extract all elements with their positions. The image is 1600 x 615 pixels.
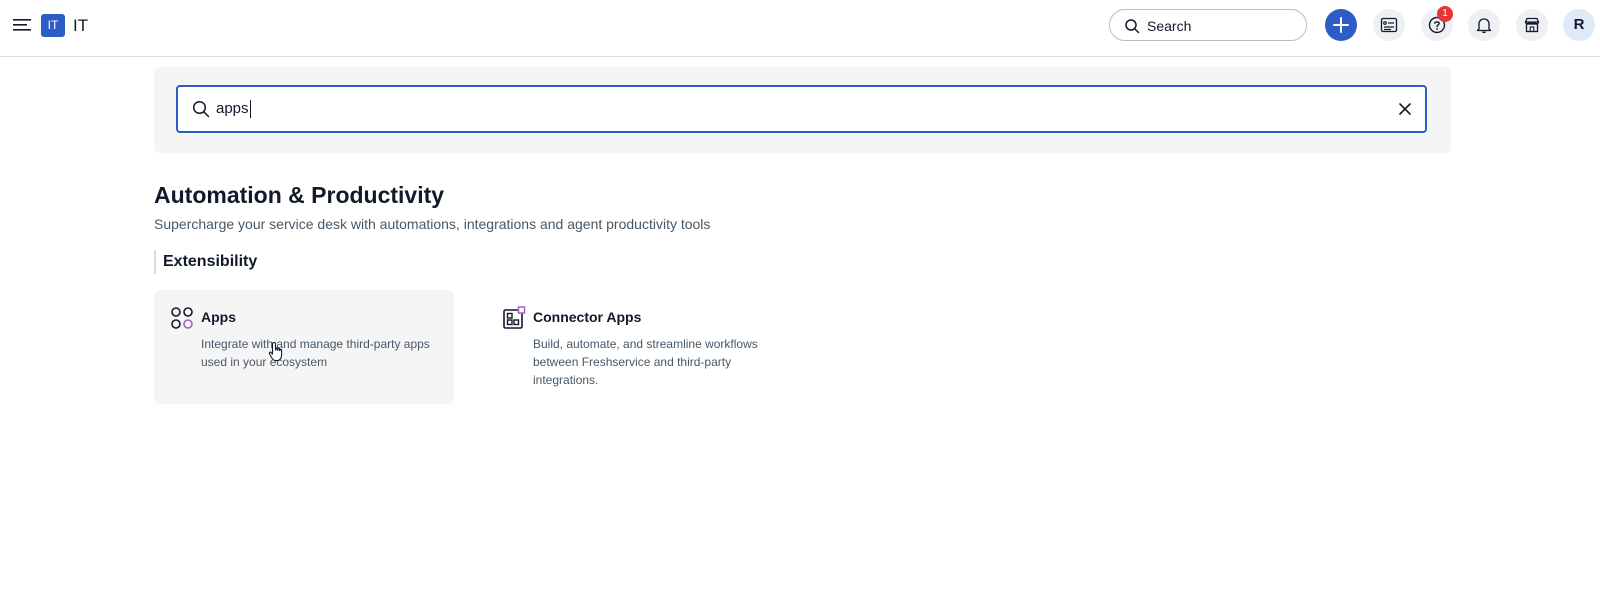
hand-pointer-icon	[268, 341, 283, 362]
store-icon	[1524, 17, 1540, 33]
hamburger-menu-icon[interactable]	[12, 15, 32, 35]
admin-search-input[interactable]: apps	[176, 85, 1427, 133]
notifications-button[interactable]	[1468, 9, 1500, 41]
top-navigation-bar: IT IT Search 1 R	[0, 0, 1600, 57]
new-item-button[interactable]	[1325, 9, 1357, 41]
search-icon	[1125, 19, 1140, 34]
connector-apps-card-title: Connector Apps	[533, 309, 642, 325]
connector-apps-card-description: Build, automate, and streamline workflow…	[533, 337, 758, 387]
todo-button[interactable]	[1373, 9, 1405, 41]
admin-search-panel: apps	[154, 67, 1451, 153]
workspace-badge[interactable]: IT	[41, 14, 65, 37]
bell-icon	[1476, 18, 1492, 34]
apps-card-title: Apps	[201, 309, 236, 325]
global-search-label: Search	[1147, 18, 1192, 34]
close-icon[interactable]	[1397, 101, 1413, 117]
plus-icon	[1333, 17, 1349, 33]
section-title: Automation & Productivity	[154, 182, 445, 208]
section-subtitle: Supercharge your service desk with autom…	[154, 216, 711, 232]
notification-count-badge: 1	[1437, 6, 1453, 22]
connector-apps-icon	[503, 306, 526, 329]
workspace-name[interactable]: IT	[73, 16, 88, 36]
search-input-value[interactable]: apps	[216, 100, 251, 118]
group-heading-extensibility: Extensibility	[154, 250, 257, 274]
apps-card-description: Integrate with and manage third-party ap…	[201, 337, 430, 369]
apps-card[interactable]: Apps Integrate with and manage third-par…	[154, 290, 454, 404]
marketplace-button[interactable]	[1516, 9, 1548, 41]
global-search-button[interactable]: Search	[1109, 9, 1307, 41]
user-avatar[interactable]: R	[1563, 9, 1595, 41]
todo-list-icon	[1380, 17, 1398, 33]
apps-grid-icon	[171, 307, 193, 329]
connector-apps-card[interactable]: Connector Apps Build, automate, and stre…	[486, 290, 786, 404]
search-icon	[192, 100, 210, 118]
